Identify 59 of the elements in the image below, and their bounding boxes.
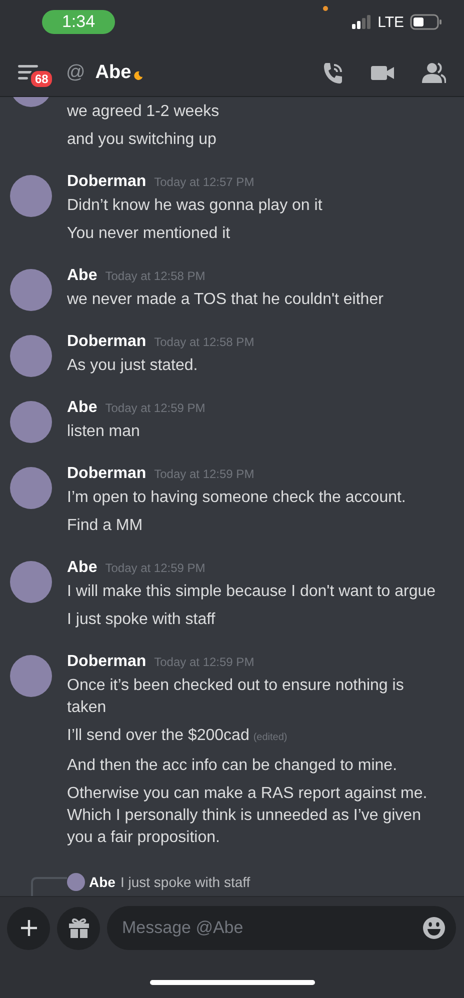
timestamp: Today at 12:58 PM — [105, 269, 206, 283]
author-name[interactable]: Doberman — [67, 173, 146, 191]
call-icon[interactable] — [322, 61, 344, 85]
message-text: As you just stated. — [67, 357, 198, 374]
author-name[interactable]: Doberman — [67, 465, 146, 483]
status-time: 1:34 — [42, 10, 115, 34]
timestamp: Today at 12:57 PM — [154, 175, 254, 189]
avatar[interactable] — [10, 655, 52, 697]
emoji-icon[interactable] — [422, 916, 446, 940]
privacy-dot-icon — [323, 6, 328, 11]
timestamp: Today at 12:59 PM — [154, 655, 254, 669]
battery-icon — [410, 14, 442, 30]
message-text: Didn’t know he was gonna play on it — [67, 197, 322, 214]
avatar[interactable] — [10, 401, 52, 443]
gift-button[interactable] — [57, 906, 100, 950]
avatar[interactable] — [10, 175, 52, 217]
message-text: Otherwise you can make a RAS report against me. Which I personally think is unneeded as I’ve given you a fair proposition. — [67, 785, 428, 846]
network-label: LTE — [378, 14, 404, 30]
message-text: we agreed 1-2 weeks — [67, 102, 220, 122]
timestamp: Today at 12:59 PM — [105, 401, 206, 415]
video-icon[interactable] — [371, 65, 395, 81]
message-text: we never made a TOS that he couldn't either — [67, 291, 384, 308]
message-text: I’ll send over the $200cad — [67, 727, 250, 744]
author-name[interactable]: Abe — [67, 559, 98, 577]
reply-preview[interactable]: I just spoke with staff — [120, 874, 250, 890]
message-text: I just spoke with staff — [67, 611, 216, 628]
message-text: I will make this simple because I don't want to argue — [67, 583, 436, 600]
message-text: listen man — [67, 423, 140, 440]
add-button[interactable] — [7, 906, 50, 950]
idle-moon-icon — [134, 71, 144, 80]
avatar[interactable] — [10, 467, 52, 509]
edited-label: (edited) — [253, 732, 288, 743]
message-text: You never mentioned it — [67, 225, 230, 242]
message-text: and you switching up — [67, 130, 218, 150]
avatar[interactable] — [10, 335, 52, 377]
message-text: Once it’s been checked out to ensure nothing is taken — [67, 677, 404, 716]
avatar[interactable] — [10, 561, 52, 603]
message-text: Find a MM — [67, 517, 143, 534]
members-icon[interactable] — [422, 62, 446, 84]
avatar[interactable] — [10, 269, 52, 311]
plus-icon — [20, 919, 38, 937]
unread-badge: 68 — [29, 69, 54, 89]
timestamp: Today at 12:58 PM — [154, 335, 254, 349]
message-text: I’m open to having someone check the account. — [67, 489, 406, 506]
timestamp: Today at 12:59 PM — [154, 467, 254, 481]
author-name[interactable]: Doberman — [67, 653, 146, 671]
reply-connector-icon — [31, 877, 67, 896]
author-name[interactable]: Abe — [67, 399, 98, 417]
signal-icon — [352, 15, 372, 29]
reply-avatar — [67, 873, 85, 891]
chat-title: Abe — [95, 62, 132, 84]
reply-author[interactable]: Abe — [89, 874, 116, 890]
message-field[interactable]: Message @Abe — [107, 906, 456, 950]
gift-icon — [68, 917, 90, 939]
message-text: And then the acc info can be changed to mine. — [67, 757, 398, 774]
author-name[interactable]: Abe — [67, 267, 98, 285]
at-sign: @ — [66, 62, 86, 84]
timestamp: Today at 12:59 PM — [105, 561, 206, 575]
author-name[interactable]: Doberman — [67, 333, 146, 351]
